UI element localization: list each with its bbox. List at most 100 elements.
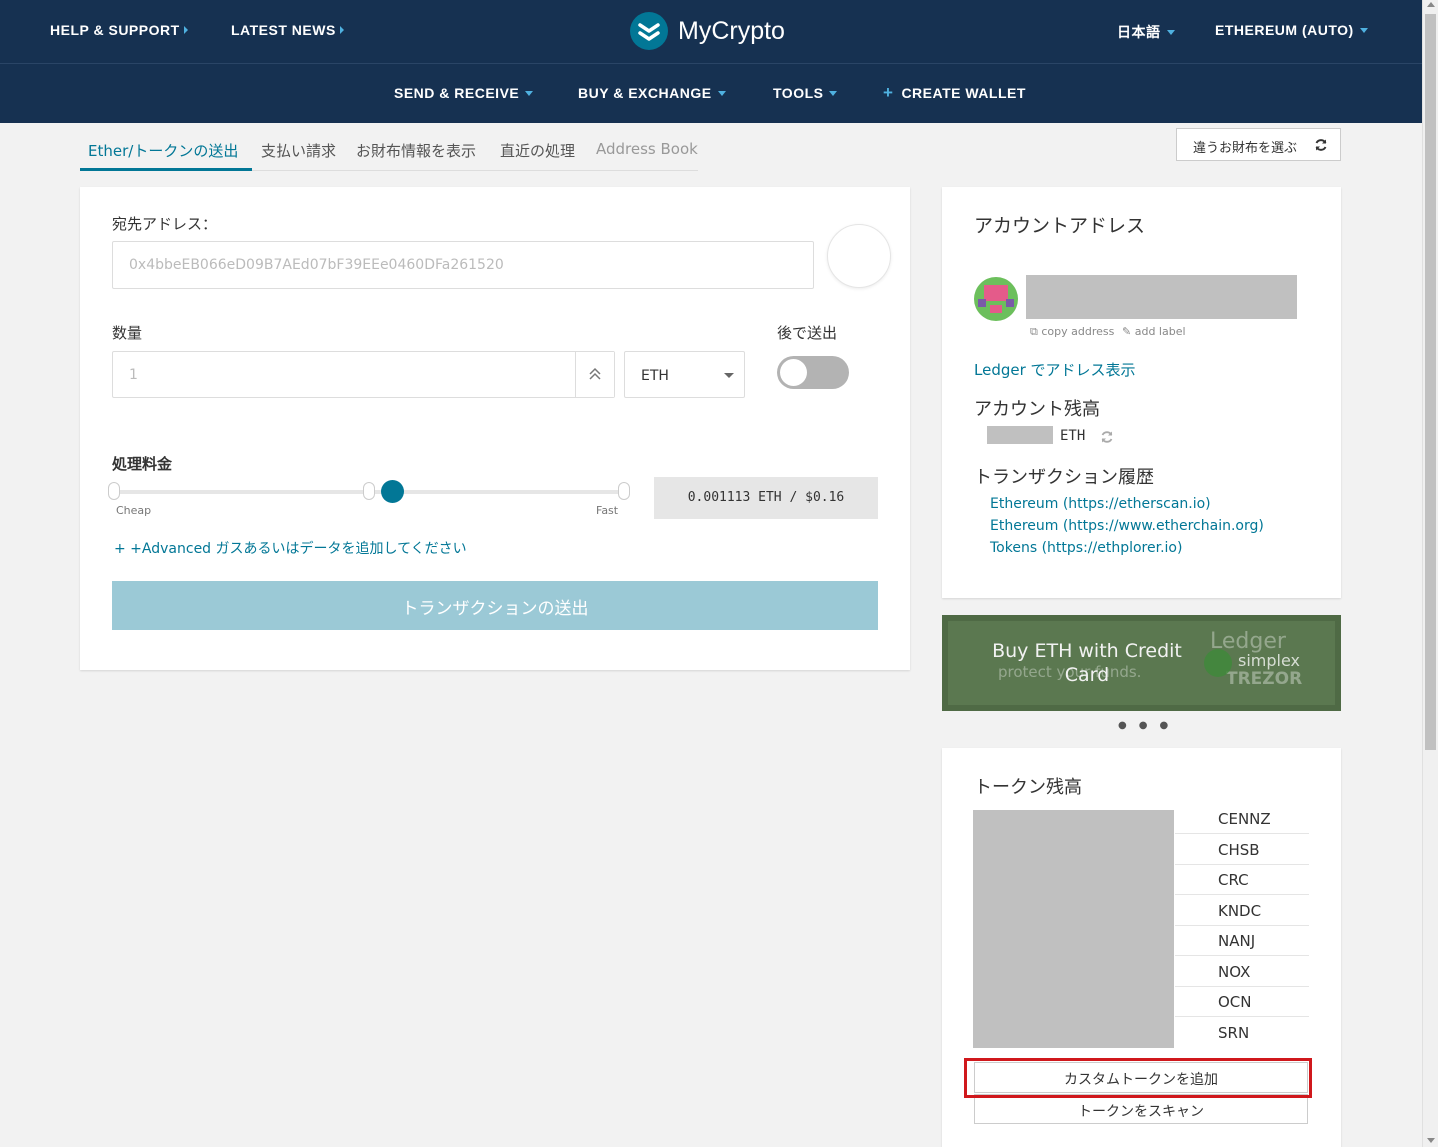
- unit-select-value: ETH: [641, 368, 669, 384]
- address-redacted: [1026, 275, 1297, 319]
- chevron-down-icon: [525, 91, 534, 96]
- address-identicon-placeholder: [827, 224, 891, 288]
- send-everything-button[interactable]: [575, 352, 614, 397]
- help-support-label: HELP & SUPPORT: [50, 22, 180, 38]
- promo-brand-trezor: TREZOR: [1226, 669, 1303, 689]
- balance-unit: ETH: [1060, 428, 1086, 444]
- send-transaction-button[interactable]: トランザクションの送出: [112, 581, 878, 630]
- latest-news-link[interactable]: LATEST NEWS: [231, 22, 344, 38]
- latest-news-label: LATEST NEWS: [231, 22, 336, 38]
- fee-label: 処理料金: [112, 455, 173, 473]
- send-later-label: 後で送出: [777, 324, 838, 342]
- chevron-down-icon: [717, 91, 726, 96]
- account-balance-title: アカウント残高: [974, 399, 1100, 420]
- tab-recent-transactions[interactable]: 直近の処理: [500, 140, 575, 161]
- advanced-gas-link[interactable]: + +Advanced ガスあるいはデータを追加してください: [114, 538, 467, 558]
- chevron-down-icon: [1166, 30, 1175, 35]
- token-row: NANJ: [1175, 926, 1309, 956]
- send-tabs: Ether/トークンの送出 支払い請求 お財布情報を表示 直近の処理 Addre…: [80, 130, 698, 171]
- main-nav: SEND & RECEIVE BUY & EXCHANGE TOOLS + CRE…: [0, 63, 1422, 123]
- brand-name: MyCrypto: [678, 16, 785, 45]
- chevron-down-icon: [724, 373, 734, 378]
- token-row: KNDC: [1175, 896, 1309, 926]
- network-select[interactable]: ETHEREUM (AUTO): [1215, 22, 1368, 38]
- history-link-etherchain[interactable]: Ethereum (https://www.etherchain.org): [990, 518, 1264, 534]
- change-wallet-button[interactable]: 違うお財布を選ぶ: [1176, 128, 1341, 161]
- tab-request-payment[interactable]: 支払い請求: [261, 140, 336, 161]
- account-panel: [942, 187, 1341, 598]
- simplex-logo-icon: [1204, 649, 1232, 677]
- balance-redacted: [987, 426, 1053, 444]
- caret-right-icon: [183, 26, 188, 34]
- nav-buy-exchange[interactable]: BUY & EXCHANGE: [578, 85, 726, 101]
- amount-label: 数量: [112, 324, 143, 342]
- fee-fast-label: Fast: [596, 504, 619, 517]
- double-chevron-up-icon: [589, 367, 601, 380]
- toggle-knob: [780, 359, 807, 386]
- caret-right-icon: [339, 26, 344, 34]
- fee-slider-mark: [108, 482, 120, 500]
- nav-send-receive[interactable]: SEND & RECEIVE: [394, 85, 534, 101]
- to-address-input[interactable]: 0x4bbeEB066eD09B7AEd07bF39EEe0460DFa2615…: [112, 241, 814, 289]
- token-row: CHSB: [1175, 835, 1309, 865]
- add-label-button[interactable]: ✎ add label: [1122, 325, 1186, 338]
- history-link-ethplorer[interactable]: Tokens (https://ethplorer.io): [990, 540, 1182, 556]
- send-later-toggle[interactable]: [777, 356, 849, 389]
- promo-banner[interactable]: protect your funds. Buy ETH with Credit …: [942, 615, 1341, 711]
- nav-tools[interactable]: TOOLS: [773, 85, 838, 101]
- nav-create-wallet[interactable]: + CREATE WALLET: [883, 83, 1026, 103]
- scroll-down-icon[interactable]: [1427, 1138, 1435, 1143]
- token-row: CRC: [1175, 865, 1309, 895]
- token-balances-redacted: [973, 810, 1174, 1048]
- logo[interactable]: MyCrypto: [630, 12, 785, 50]
- tab-send-ether-tokens[interactable]: Ether/トークンの送出: [88, 140, 238, 161]
- ledger-show-address-link[interactable]: Ledger でアドレス表示: [974, 359, 1136, 380]
- highlight-box: [964, 1058, 1312, 1098]
- transaction-history-title: トランザクション履歴: [974, 467, 1154, 488]
- mycrypto-logo-icon: [630, 12, 668, 50]
- nav-send-receive-label: SEND & RECEIVE: [394, 85, 520, 101]
- copy-address-label: copy address: [1041, 325, 1115, 338]
- change-wallet-label: 違うお財布を選ぶ: [1193, 141, 1298, 156]
- token-row: CENNZ: [1175, 804, 1309, 834]
- copy-address-button[interactable]: ⧉ copy address: [1030, 325, 1114, 339]
- scroll-up-icon[interactable]: [1427, 2, 1435, 7]
- fee-amount-display: 0.001113 ETH / $0.16: [654, 477, 878, 519]
- active-tab-indicator: [80, 168, 252, 171]
- account-avatar: [974, 277, 1018, 321]
- network-label: ETHEREUM (AUTO): [1215, 22, 1354, 38]
- amount-input[interactable]: 1: [112, 351, 615, 398]
- copy-icon: ⧉: [1030, 325, 1038, 338]
- nav-tools-label: TOOLS: [773, 85, 824, 101]
- refresh-icon: [1315, 139, 1327, 151]
- unit-select[interactable]: ETH: [624, 351, 745, 398]
- scroll-thumb[interactable]: [1425, 14, 1436, 750]
- tab-view-wallet-info[interactable]: お財布情報を表示: [356, 140, 476, 161]
- account-address-title: アカウントアドレス: [974, 215, 1146, 237]
- token-balance-title: トークン残高: [974, 777, 1082, 798]
- nav-create-wallet-label: CREATE WALLET: [901, 85, 1026, 101]
- fee-slider-handle[interactable]: [381, 480, 404, 503]
- language-label: 日本語: [1117, 24, 1161, 40]
- carousel-dots[interactable]: ●●●: [1118, 720, 1180, 731]
- page-scrollbar[interactable]: [1422, 0, 1438, 1147]
- token-row: OCN: [1175, 987, 1309, 1017]
- plus-icon: +: [883, 83, 894, 102]
- add-label-text: add label: [1134, 325, 1186, 338]
- fee-cheap-label: Cheap: [116, 504, 152, 517]
- refresh-balance-icon[interactable]: [1100, 430, 1114, 444]
- promo-headline: Buy ETH with Credit Card: [992, 640, 1182, 686]
- help-support-link[interactable]: HELP & SUPPORT: [50, 22, 188, 38]
- promo-brand-simplex: simplex: [1238, 651, 1300, 670]
- top-header: HELP & SUPPORT LATEST NEWS MyCrypto 日本語 …: [0, 0, 1422, 63]
- chevron-down-icon: [1359, 28, 1368, 33]
- scan-tokens-button[interactable]: トークンをスキャン: [974, 1094, 1308, 1124]
- token-row: SRN: [1218, 1024, 1250, 1042]
- pencil-icon: ✎: [1122, 325, 1132, 338]
- fee-slider-mark: [363, 482, 375, 500]
- history-link-etherscan[interactable]: Ethereum (https://etherscan.io): [990, 496, 1211, 512]
- language-select[interactable]: 日本語: [1117, 22, 1175, 42]
- tab-address-book[interactable]: Address Book: [596, 140, 698, 158]
- to-address-label: 宛先アドレス：: [112, 215, 218, 233]
- fee-slider-mark: [618, 482, 630, 500]
